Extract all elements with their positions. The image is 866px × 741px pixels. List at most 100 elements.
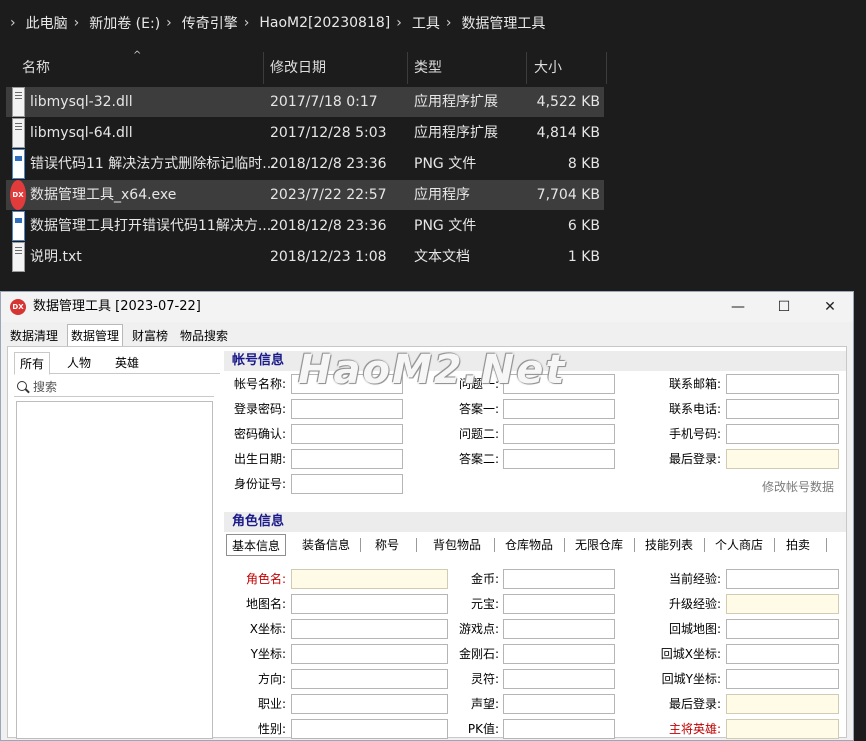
title-bar[interactable]: DX 数据管理工具 [2023-07-22] — ☐ ✕	[1, 292, 853, 322]
file-type: 应用程序扩展	[414, 94, 498, 110]
answer1-field[interactable]	[503, 399, 615, 419]
pk-value-field[interactable]	[503, 719, 615, 739]
y-coord-field[interactable]	[291, 644, 448, 664]
file-date: 2018/12/8 23:36	[270, 218, 387, 234]
home-y-field[interactable]	[726, 669, 839, 689]
breadcrumb-item[interactable]: 工具	[412, 13, 440, 33]
data-management-panel: 所有 人物 英雄 帐号信息 帐号名称: 登录密码: 密码确认: 出生日期: 身份…	[7, 346, 847, 739]
home-map-label: 回城地图:	[668, 622, 721, 636]
tab-wealth-ranking[interactable]: 财富榜	[129, 326, 171, 346]
phone-field[interactable]	[726, 399, 839, 419]
tab-characters[interactable]: 人物	[62, 352, 96, 374]
breadcrumb-item[interactable]: HaoM2[20230818]	[259, 15, 390, 31]
chevron-right-icon: ›	[445, 15, 452, 31]
breadcrumb-item[interactable]: 数据管理工具	[461, 13, 545, 33]
map-name-field[interactable]	[291, 594, 448, 614]
game-points-field[interactable]	[503, 619, 615, 639]
gold-field[interactable]	[503, 569, 615, 589]
tab-heroes[interactable]: 英雄	[110, 352, 144, 374]
column-header-name[interactable]: 名称	[22, 52, 50, 84]
x-coord-field[interactable]	[291, 619, 448, 639]
file-name: 说明.txt	[30, 249, 82, 265]
column-divider[interactable]	[606, 52, 607, 84]
tab-storage-items[interactable]: 仓库物品	[496, 534, 562, 556]
password-confirm-label: 密码确认:	[233, 427, 286, 441]
home-x-field[interactable]	[726, 644, 839, 664]
column-header-type[interactable]: 类型	[414, 52, 442, 84]
job-label: 职业:	[257, 697, 286, 711]
file-type: 应用程序扩展	[414, 125, 498, 141]
file-name: 数据管理工具_x64.exe	[30, 187, 177, 203]
id-number-label: 身份证号:	[233, 477, 286, 491]
dll-file-icon	[12, 87, 25, 117]
chevron-right-icon: ›	[166, 15, 172, 31]
tab-basic-info[interactable]: 基本信息	[226, 534, 286, 556]
breadcrumb-item[interactable]: 新加卷 (E:)	[89, 13, 160, 33]
password-confirm-field[interactable]	[291, 424, 403, 444]
file-name: libmysql-32.dll	[30, 94, 133, 110]
column-header-size[interactable]: 大小	[534, 52, 562, 84]
character-listbox[interactable]	[16, 401, 213, 739]
birth-date-field[interactable]	[291, 449, 403, 469]
breadcrumb-item[interactable]: 此电脑	[26, 13, 68, 33]
birth-date-label: 出生日期:	[233, 452, 286, 466]
question2-field[interactable]	[503, 424, 615, 444]
tab-auction[interactable]: 拍卖	[776, 534, 820, 556]
mobile-field[interactable]	[726, 424, 839, 444]
email-field[interactable]	[726, 374, 839, 394]
file-type: PNG 文件	[414, 218, 477, 234]
tab-personal-shop[interactable]: 个人商店	[706, 534, 772, 556]
file-row[interactable]: libmysql-32.dll 2017/7/18 0:17 应用程序扩展 4,…	[6, 87, 604, 117]
email-label: 联系邮箱:	[668, 377, 721, 391]
answer2-field[interactable]	[503, 449, 615, 469]
id-number-field[interactable]	[291, 474, 403, 494]
tab-infinite-storage[interactable]: 无限仓库	[566, 534, 632, 556]
column-divider[interactable]	[263, 52, 264, 84]
current-exp-field[interactable]	[726, 569, 839, 589]
tab-separator	[774, 538, 775, 552]
gender-field[interactable]	[291, 719, 448, 739]
answer2-label: 答案二:	[458, 452, 499, 466]
minimize-button[interactable]: —	[715, 292, 761, 322]
column-divider[interactable]	[407, 52, 408, 84]
map-name-label: 地图名:	[245, 597, 286, 611]
current-exp-label: 当前经验:	[668, 572, 721, 586]
job-field[interactable]	[291, 694, 448, 714]
file-date: 2017/7/18 0:17	[270, 94, 378, 110]
yuanbao-field[interactable]	[503, 594, 615, 614]
file-row[interactable]: 数据管理工具打开错误代码11解决方... 2018/12/8 23:36 PNG…	[6, 211, 604, 241]
file-row[interactable]: 错误代码11 解决法方式删除标记临时... 2018/12/8 23:36 PN…	[6, 149, 604, 179]
maximize-button[interactable]: ☐	[761, 292, 807, 322]
direction-field[interactable]	[291, 669, 448, 689]
direction-label: 方向:	[257, 672, 286, 686]
tab-data-management[interactable]: 数据管理	[67, 324, 124, 347]
last-login-label: 最后登录:	[668, 452, 721, 466]
column-divider[interactable]	[526, 52, 527, 84]
file-row[interactable]: 说明.txt 2018/12/23 1:08 文本文档 1 KB	[6, 242, 604, 272]
search-input[interactable]	[33, 377, 211, 396]
file-row[interactable]: DX 数据管理工具_x64.exe 2023/7/22 22:57 应用程序 7…	[6, 180, 604, 210]
file-row[interactable]: libmysql-64.dll 2017/12/28 5:03 应用程序扩展 4…	[6, 118, 604, 148]
file-type: PNG 文件	[414, 156, 477, 172]
list-filter-tabs: 所有 人物 英雄	[14, 352, 220, 375]
tab-titles[interactable]: 称号	[362, 534, 412, 556]
tab-all[interactable]: 所有	[14, 352, 51, 375]
breadcrumb-item[interactable]: 传奇引擎	[182, 13, 238, 33]
diamond-field[interactable]	[503, 644, 615, 664]
tab-skill-list[interactable]: 技能列表	[636, 534, 702, 556]
breadcrumb: › 此电脑 › 新加卷 (E:) › 传奇引擎 › HaoM2[20230818] › 工…	[0, 0, 866, 46]
talisman-field[interactable]	[503, 669, 615, 689]
close-button[interactable]: ✕	[807, 292, 853, 322]
file-size: 1 KB	[567, 249, 600, 265]
tab-bag-items[interactable]: 背包物品	[422, 534, 492, 556]
tab-item-search[interactable]: 物品搜索	[177, 326, 231, 346]
home-map-field[interactable]	[726, 619, 839, 639]
chevron-right-icon: ›	[73, 15, 80, 31]
modify-account-button[interactable]: 修改帐号数据	[758, 477, 838, 497]
login-password-field[interactable]	[291, 399, 403, 419]
prestige-field[interactable]	[503, 694, 615, 714]
column-header-date[interactable]: 修改日期	[270, 52, 326, 84]
diamond-label: 金刚石:	[458, 647, 499, 661]
tab-data-cleanup[interactable]: 数据清理	[7, 326, 61, 346]
tab-equipment[interactable]: 装备信息	[294, 534, 358, 556]
